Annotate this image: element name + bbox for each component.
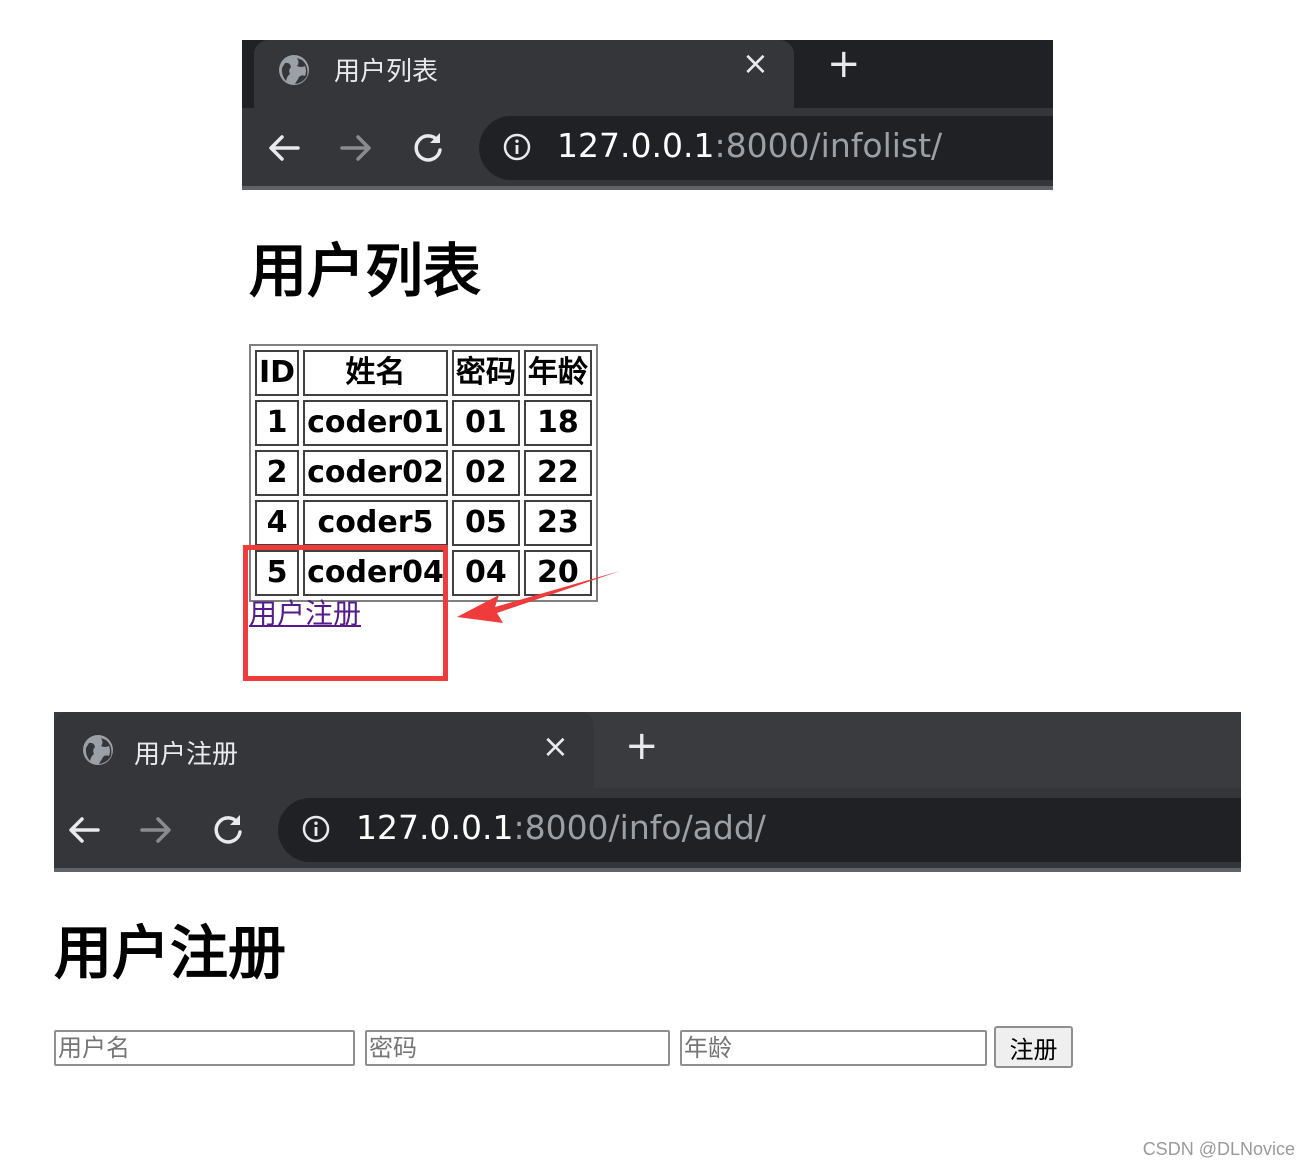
- cell-id: 2: [255, 450, 300, 496]
- age-input[interactable]: [680, 1030, 987, 1066]
- forward-arrow-icon[interactable]: [138, 812, 174, 855]
- tab-user-list[interactable]: 用户列表 ×: [254, 40, 794, 108]
- page-title-user-register: 用户注册: [54, 919, 287, 987]
- globe-icon: [83, 735, 113, 765]
- tab-user-register[interactable]: 用户注册 ×: [54, 712, 594, 788]
- page-title-user-list: 用户列表: [249, 237, 482, 305]
- url-host: 127.0.0.1: [356, 808, 514, 847]
- cell-age: 23: [523, 500, 592, 546]
- username-input[interactable]: [54, 1030, 355, 1066]
- column-header-password: 密码: [451, 350, 520, 396]
- forward-arrow-icon[interactable]: [338, 130, 374, 173]
- browser-toolbar: 127.0.0.1:8000/info/add/: [54, 788, 1241, 872]
- register-submit-button[interactable]: 注册: [994, 1026, 1073, 1068]
- tab-title: 用户列表: [334, 57, 439, 87]
- new-tab-button[interactable]: +: [625, 726, 659, 766]
- column-header-id: ID: [255, 350, 300, 396]
- cell-name: coder01: [303, 400, 448, 446]
- cell-name: coder5: [303, 500, 448, 546]
- column-header-name: 姓名: [303, 350, 448, 396]
- url-host: 127.0.0.1: [557, 126, 715, 165]
- back-arrow-icon[interactable]: [66, 812, 102, 855]
- cell-age: 22: [523, 450, 592, 496]
- table-row: 1 coder01 01 18: [255, 400, 592, 446]
- toolbar-divider: [242, 186, 1053, 190]
- back-arrow-icon[interactable]: [266, 130, 302, 173]
- tab-strip: 用户注册 × +: [54, 712, 1241, 788]
- table-header-row: ID 姓名 密码 年龄: [255, 350, 592, 396]
- new-tab-button[interactable]: +: [827, 44, 861, 84]
- watermark: CSDN @DLNovice: [1142, 1139, 1295, 1159]
- browser-window-infolist: 用户列表 × + 127.0.0.1:8000/infolist/: [242, 40, 1053, 190]
- url-path: :8000/infolist/: [714, 126, 943, 165]
- table-row: 2 coder02 02 22: [255, 450, 592, 496]
- cell-password: 01: [451, 400, 520, 446]
- address-bar[interactable]: 127.0.0.1:8000/info/add/: [278, 798, 1241, 862]
- browser-window-add: 用户注册 × + 127.0.0.1:8000/info/add/: [54, 712, 1241, 872]
- globe-icon: [279, 55, 309, 85]
- address-bar[interactable]: 127.0.0.1:8000/infolist/: [479, 116, 1053, 180]
- tab-close-icon[interactable]: ×: [742, 47, 769, 79]
- cell-name: coder02: [303, 450, 448, 496]
- cell-age: 18: [523, 400, 592, 446]
- url-text: 127.0.0.1:8000/infolist/: [557, 126, 942, 166]
- info-icon[interactable]: [302, 815, 330, 843]
- tab-strip: 用户列表 × +: [242, 40, 1053, 108]
- cell-password: 02: [451, 450, 520, 496]
- url-text: 127.0.0.1:8000/info/add/: [356, 808, 766, 848]
- table-row: 4 coder5 05 23: [255, 500, 592, 546]
- annotation-arrow-icon: [457, 571, 620, 623]
- column-header-age: 年龄: [523, 350, 592, 396]
- browser-toolbar: 127.0.0.1:8000/infolist/: [242, 108, 1053, 188]
- tab-title: 用户注册: [134, 740, 239, 770]
- password-input[interactable]: [365, 1030, 670, 1066]
- annotation-highlight-box: [243, 545, 448, 681]
- cell-id: 1: [255, 400, 300, 446]
- toolbar-divider: [54, 868, 1241, 872]
- tab-close-icon[interactable]: ×: [542, 730, 569, 762]
- reload-icon[interactable]: [210, 812, 246, 855]
- url-path: :8000/info/add/: [513, 808, 766, 847]
- cell-password: 05: [451, 500, 520, 546]
- cell-id: 4: [255, 500, 300, 546]
- info-icon[interactable]: [503, 133, 531, 161]
- reload-icon[interactable]: [410, 130, 446, 173]
